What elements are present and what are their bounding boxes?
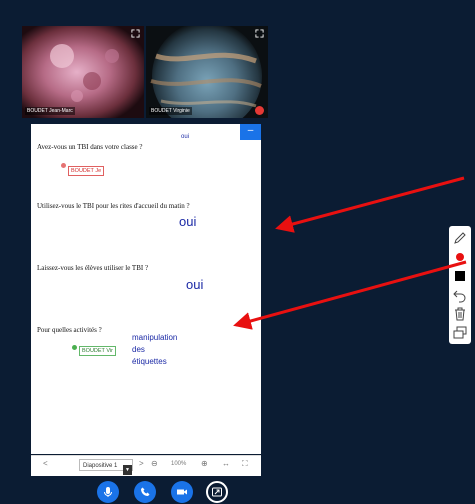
stroke-square-icon[interactable] <box>452 268 468 284</box>
minimize-presentation-button[interactable]: – <box>240 124 261 140</box>
prev-slide-button[interactable]: < <box>43 459 48 468</box>
video-feed-image <box>22 26 144 118</box>
cursor-dot <box>61 163 66 168</box>
phone-hangup-icon <box>141 487 150 496</box>
annotation-text: manipulation <box>132 333 178 342</box>
expand-icon[interactable] <box>131 29 140 38</box>
annotation-text: des <box>132 345 145 354</box>
microphone-button[interactable] <box>97 481 119 503</box>
pencil-icon[interactable] <box>452 230 468 246</box>
slide-select[interactable]: Diapositive 1 ▼ <box>79 459 133 475</box>
arrow-line <box>233 260 467 330</box>
trash-icon[interactable] <box>452 306 468 322</box>
undo-icon[interactable] <box>452 287 468 303</box>
arrow-line <box>275 176 465 233</box>
video-feed-image <box>146 26 268 118</box>
camera-button[interactable] <box>171 481 193 503</box>
annotation-toolbar <box>449 226 471 344</box>
user-cursor-tag: BOUDET Vir <box>79 346 116 356</box>
annotation-text: oui <box>181 134 190 140</box>
user-cursor-tag: BOUDET Je <box>68 166 105 176</box>
slide-select-value: Diapositive 1 <box>83 463 118 469</box>
question-3: Laissez-vous les élèves utiliser le TBI … <box>37 264 149 272</box>
screen-share-icon <box>212 487 222 497</box>
participant-name: BOUDET Jean-Marc <box>25 107 75 115</box>
video-tile-virginie[interactable]: BOUDET Virginie <box>146 26 268 118</box>
leave-audio-button[interactable] <box>134 481 156 503</box>
question-2: Utilisez-vous le TBI pour les rites d'ac… <box>37 202 190 210</box>
multi-user-icon[interactable] <box>452 325 468 341</box>
annotation-text: étiquettes <box>132 357 167 366</box>
expand-icon[interactable] <box>255 29 264 38</box>
cursor-dot <box>72 345 77 350</box>
zoom-level: 100% <box>171 461 187 467</box>
annotation-text: oui <box>186 277 204 292</box>
annotation-text: oui <box>179 214 197 229</box>
microphone-icon <box>104 487 112 497</box>
video-tile-jean-marc[interactable]: BOUDET Jean-Marc <box>22 26 144 118</box>
slide-navigation-bar: < Diapositive 1 ▼ > ⊖ 100% ⊕ ↔ ⛶ <box>31 455 261 476</box>
zoom-out-button[interactable]: ⊖ <box>151 459 158 468</box>
muted-mic-icon <box>255 106 264 115</box>
question-4: Pour quelles activités ? <box>37 326 102 334</box>
fullscreen-button[interactable]: ⛶ <box>242 459 248 469</box>
chevron-down-icon: ▼ <box>123 465 132 475</box>
screen-share-button[interactable] <box>206 481 228 503</box>
zoom-in-button[interactable]: ⊕ <box>201 459 208 468</box>
camera-icon <box>177 489 187 495</box>
fit-width-button[interactable]: ↔ <box>222 459 230 468</box>
color-dot-icon[interactable] <box>452 249 468 265</box>
next-slide-button[interactable]: > <box>139 459 144 468</box>
presentation-slide[interactable]: – oui Avez-vous un TBI dans votre classe… <box>31 124 261 454</box>
participant-name: BOUDET Virginie <box>149 107 192 115</box>
question-1: Avez-vous un TBI dans votre classe ? <box>37 143 143 151</box>
